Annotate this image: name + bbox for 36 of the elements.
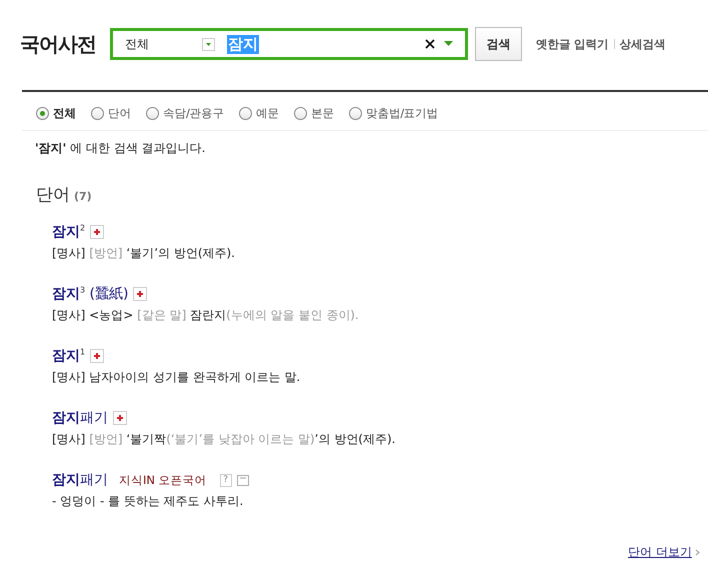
plus-icon[interactable]: [133, 287, 148, 301]
definition-text: [명사] <농업> [같은 말] 잠란지(누에의 알을 붙인 종이).: [52, 307, 360, 324]
scope-dropdown[interactable]: 전체: [125, 36, 202, 52]
headword-link[interactable]: 잠지패기: [52, 409, 108, 427]
close-icon[interactable]: [425, 39, 435, 49]
result-count: (7): [74, 190, 92, 203]
headword-link[interactable]: 잠지$^{2}$: [52, 223, 86, 241]
chevron-right-icon: [694, 549, 700, 556]
search-query: 잠지: [227, 34, 259, 54]
definition-text: [명사] [방언] ‘불기짝(‘불기’를 낮잡아 이르는 말)’의 방언(제주).: [52, 431, 396, 448]
section-title: 단어: [36, 184, 70, 206]
filter-radio[interactable]: 맞춤법/표기법: [348, 106, 438, 120]
headword-link[interactable]: 잠지$^{3}$ (蠶紙): [52, 285, 128, 303]
search-button[interactable]: 검색: [475, 27, 522, 61]
filter-radio[interactable]: 본문: [294, 106, 334, 120]
headword-link[interactable]: 잠지패기: [52, 471, 108, 489]
definition-text: - 엉덩이 - 를 뜻하는 제주도 사투리.: [52, 493, 244, 510]
more-link[interactable]: 단어 더보기: [628, 544, 692, 561]
header-link[interactable]: 상세검색: [620, 36, 666, 52]
filter-radio[interactable]: 속담/관용구: [146, 106, 224, 120]
header-link[interactable]: 옛한글 입력기: [536, 36, 609, 52]
source-label: 지식IN 오픈국어: [119, 472, 207, 488]
result-summary: '잠지' 에 대한 검색 결과입니다.: [35, 140, 206, 157]
filter-radio[interactable]: 예문: [238, 106, 279, 120]
search-field[interactable]: 전체 잠지: [110, 28, 468, 60]
dropdown-arrow-icon[interactable]: [444, 41, 453, 47]
headword-link[interactable]: 잠지$^{1}$: [52, 347, 86, 365]
plus-icon[interactable]: [90, 225, 104, 239]
plus-icon[interactable]: [90, 349, 104, 363]
help-button[interactable]: ?: [220, 474, 232, 486]
definition-text: [명사] [방언] ‘불기’의 방언(제주).: [52, 245, 236, 262]
filter-radio[interactable]: 단어: [91, 106, 131, 120]
dictionary-logo[interactable]: 국어사전: [20, 30, 98, 58]
plus-icon[interactable]: [113, 411, 127, 425]
filter-radio[interactable]: 전체: [36, 106, 76, 120]
definition-text: [명사] 남자아이의 성기를 완곡하게 이르는 말.: [52, 369, 302, 386]
